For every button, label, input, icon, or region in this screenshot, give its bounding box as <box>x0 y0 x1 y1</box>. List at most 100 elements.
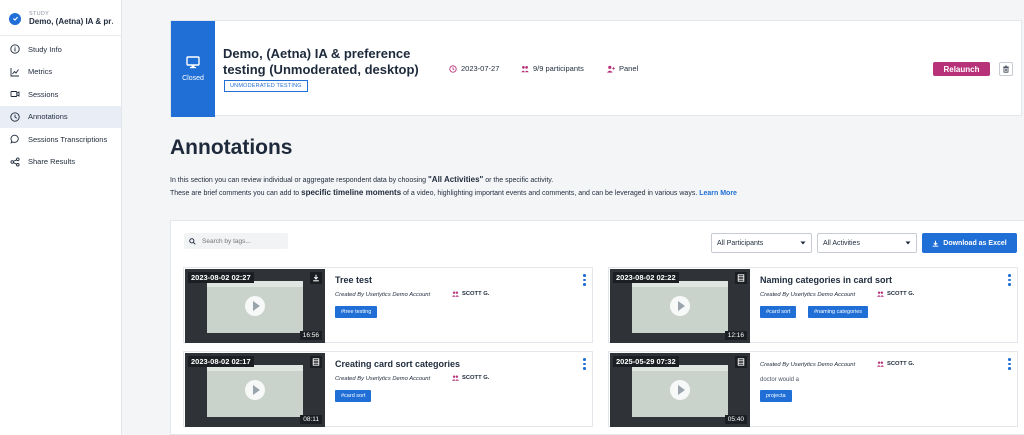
sidebar-nav: Study Info Metrics Sessions Annotations … <box>0 36 121 173</box>
annotation-card[interactable]: 2023-08-02 02:17 08:11 Creating card sor… <box>183 351 593 427</box>
created-by: Created By Userlytics Demo Account <box>335 376 431 382</box>
monitor-icon <box>186 56 200 69</box>
sidebar-item-sessions[interactable]: Sessions <box>0 83 121 106</box>
trash-icon <box>1003 65 1009 73</box>
sidebar-item-study-info[interactable]: Study Info <box>0 38 121 61</box>
more-options-icon[interactable] <box>583 274 586 286</box>
annotation-tag[interactable]: #card sort <box>760 306 797 318</box>
delete-button[interactable] <box>999 62 1013 76</box>
sidebar-item-annotations[interactable]: Annotations <box>0 105 121 128</box>
timestamp: 2025-05-29 07:32 <box>613 356 679 367</box>
clock-icon <box>449 64 457 73</box>
users-icon <box>521 65 529 72</box>
panel-source: Panel <box>607 64 638 73</box>
annotation-card[interactable]: 2023-08-02 02:27 16:56 Tree test Created… <box>183 267 593 343</box>
desc-text: In this section you can review individua… <box>170 177 428 184</box>
users-icon <box>452 375 459 381</box>
desc-text: These are brief comments you can add to <box>170 190 302 197</box>
desc-text: or the specific activity. <box>483 177 554 184</box>
chat-icon <box>10 135 19 144</box>
video-thumbnail[interactable]: 2023-08-02 02:22 12:16 <box>610 269 750 343</box>
sidebar-item-sessions-transcriptions[interactable]: Sessions Transcriptions <box>0 128 121 151</box>
download-icon <box>932 240 939 247</box>
relaunch-button[interactable]: Relaunch <box>933 62 990 76</box>
annotation-title: Naming categories in card sort <box>760 275 893 285</box>
participant-name: SCOTT G. <box>452 375 489 381</box>
film-icon[interactable] <box>310 356 322 368</box>
annotation-card[interactable]: 2025-05-29 07:32 05:40 Created By Userly… <box>608 351 1018 427</box>
video-thumbnail[interactable]: 2023-08-02 02:27 16:56 <box>185 269 325 343</box>
annotation-tag[interactable]: #tree testing <box>335 306 378 318</box>
download-icon[interactable] <box>310 272 322 284</box>
play-icon[interactable] <box>245 380 265 400</box>
sidebar-item-label: Sessions <box>28 89 59 99</box>
study-header-card: Closed Demo, (Aetna) IA & preference tes… <box>170 20 1022 117</box>
more-options-icon[interactable] <box>1008 274 1011 286</box>
date-text: 2023-07-27 <box>461 64 500 73</box>
chevron-down-icon <box>800 241 806 245</box>
test-type-badge: UNMODERATED TESTING <box>224 80 308 92</box>
more-options-icon[interactable] <box>1008 358 1011 370</box>
select-value: All Activities <box>823 239 860 247</box>
annotations-panel: All Participants All Activities Download… <box>170 220 1024 435</box>
panel-text: Panel <box>619 64 639 73</box>
timestamp: 2023-08-02 02:27 <box>188 272 254 283</box>
status-box: Closed <box>171 21 215 117</box>
study-title: Demo, (Aetna) IA & preference testing (U… <box>223 46 419 77</box>
users-icon <box>877 291 884 297</box>
annotation-tag[interactable]: #card sort <box>335 390 372 402</box>
film-icon[interactable] <box>735 272 747 284</box>
study-name: Demo, (Aetna) IA & pref... <box>29 17 113 26</box>
page-description: In this section you can review individua… <box>170 174 870 200</box>
search-input[interactable] <box>202 237 282 245</box>
sidebar-item-label: Share Results <box>28 157 76 167</box>
learn-more-link[interactable]: Learn More <box>699 190 737 197</box>
participants-text: 9/9 participants <box>533 64 584 73</box>
share-icon <box>10 157 20 167</box>
play-icon[interactable] <box>670 380 690 400</box>
video-duration: 12:16 <box>724 331 747 340</box>
annotation-tag[interactable]: #naming categories <box>808 306 869 318</box>
sidebar-item-share-results[interactable]: Share Results <box>0 151 121 174</box>
user-name: SCOTT G. <box>462 375 490 381</box>
sidebar-item-label: Sessions Transcriptions <box>28 134 108 144</box>
annotation-note: doctor would a <box>760 377 800 383</box>
more-options-icon[interactable] <box>583 358 586 370</box>
annotation-title: Tree test <box>335 275 373 285</box>
tag-search[interactable] <box>184 233 288 249</box>
sidebar: STUDY Demo, (Aetna) IA & pref... Study I… <box>0 0 122 435</box>
status-text: Closed <box>182 75 204 82</box>
video-thumbnail[interactable]: 2023-08-02 02:17 08:11 <box>185 353 325 427</box>
created-by: Created By Userlytics Demo Account <box>335 292 431 298</box>
annotation-tag[interactable]: projecta <box>760 390 792 402</box>
play-icon[interactable] <box>245 296 265 316</box>
film-icon[interactable] <box>735 356 747 368</box>
main-content: Closed Demo, (Aetna) IA & preference tes… <box>122 0 1024 435</box>
participants-select[interactable]: All Participants <box>711 233 812 253</box>
study-header[interactable]: STUDY Demo, (Aetna) IA & pref... <box>0 0 121 36</box>
activities-select[interactable]: All Activities <box>817 233 917 253</box>
sidebar-item-metrics[interactable]: Metrics <box>0 61 121 84</box>
users-icon <box>877 361 884 367</box>
created-by: Created By Userlytics Demo Account <box>760 292 856 298</box>
search-icon <box>189 237 196 245</box>
video-thumbnail[interactable]: 2025-05-29 07:32 05:40 <box>610 353 750 427</box>
user-name: SCOTT G. <box>887 291 915 297</box>
download-label: Download as Excel <box>943 239 1007 247</box>
clock-icon <box>10 112 20 122</box>
created-by: Created By Userlytics Demo Account <box>760 362 856 368</box>
download-excel-button[interactable]: Download as Excel <box>922 233 1017 253</box>
annotation-title: Creating card sort categories <box>335 359 461 369</box>
participant-name: SCOTT G. <box>877 291 914 297</box>
info-icon <box>10 44 20 54</box>
desc-highlight: "All Activities" <box>428 175 484 184</box>
participants-count: 9/9 participants <box>521 64 584 73</box>
annotation-card[interactable]: 2023-08-02 02:22 12:16 Naming categories… <box>608 267 1018 343</box>
chevron-down-icon <box>905 241 911 245</box>
timestamp: 2023-08-02 02:17 <box>188 356 254 367</box>
video-duration: 08:11 <box>300 415 322 424</box>
user-name: SCOTT G. <box>887 361 915 367</box>
timestamp: 2023-08-02 02:22 <box>613 272 679 283</box>
participant-name: SCOTT G. <box>877 361 914 367</box>
play-icon[interactable] <box>670 296 690 316</box>
